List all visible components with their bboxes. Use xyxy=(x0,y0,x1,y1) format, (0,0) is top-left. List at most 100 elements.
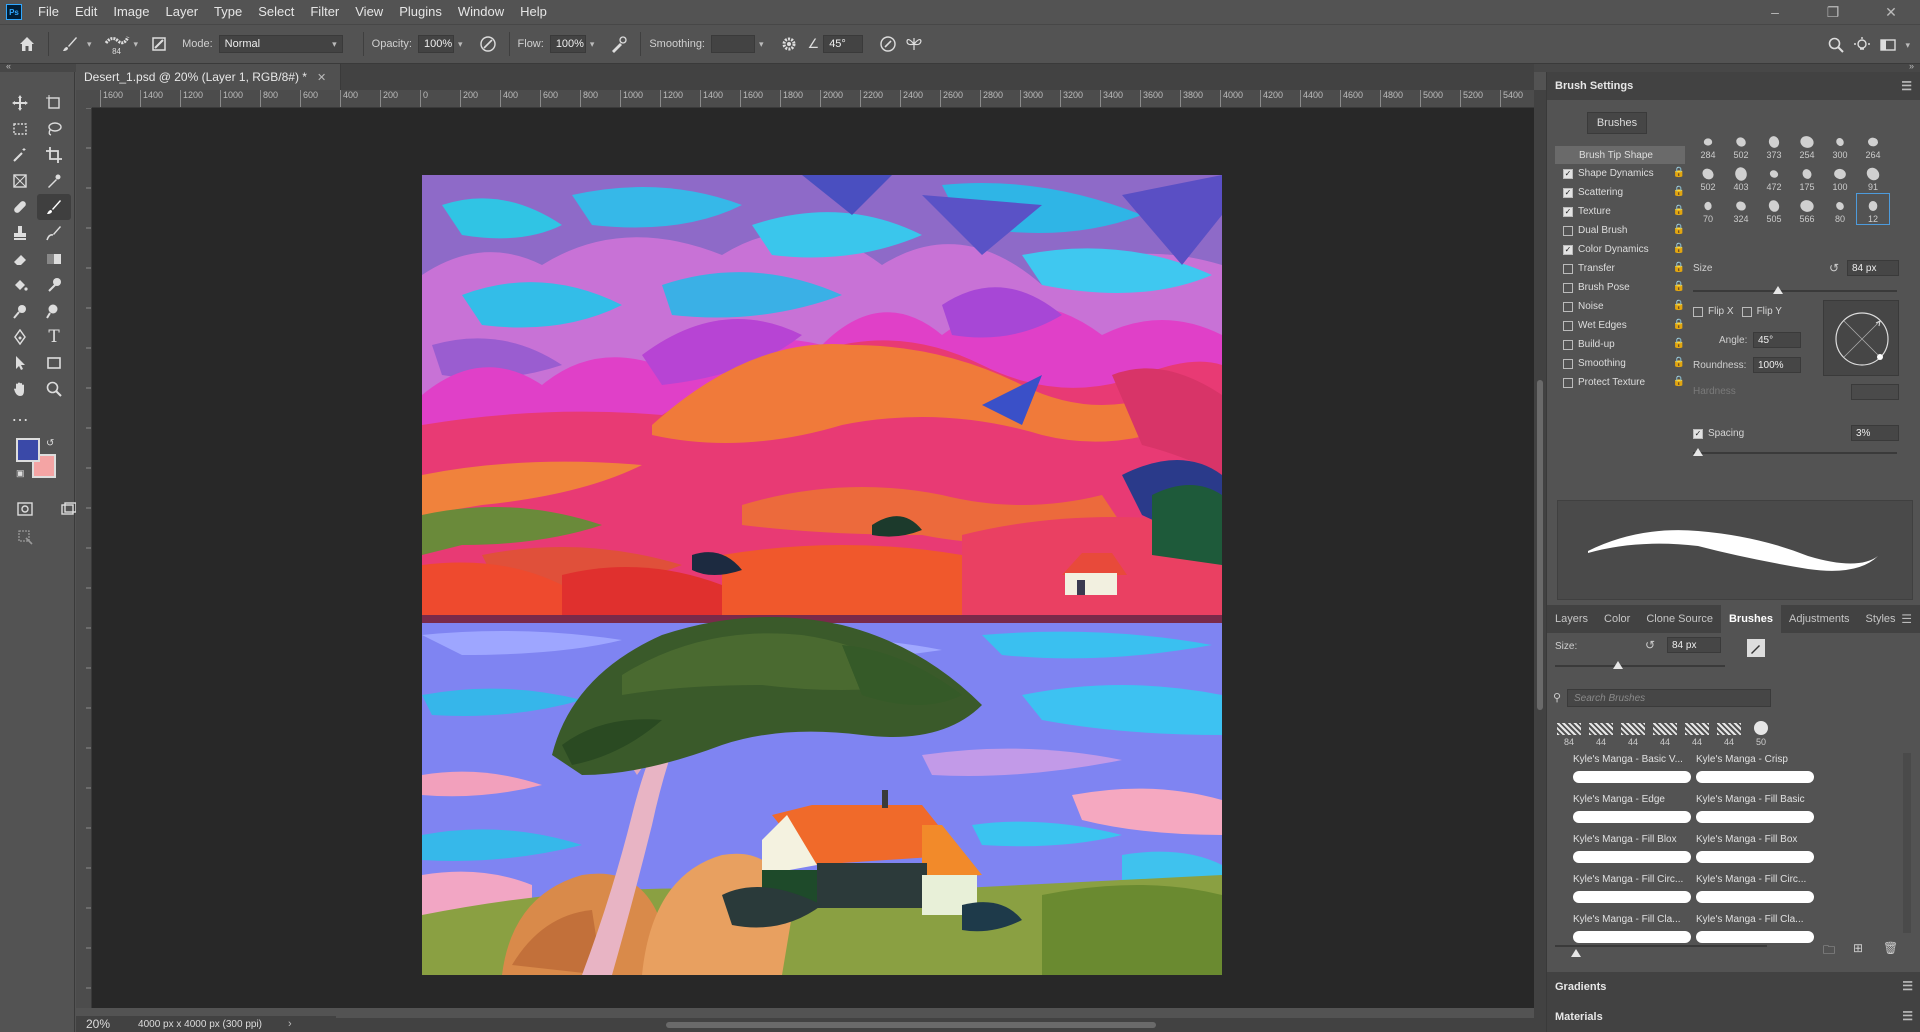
brush-tip[interactable]: 254 xyxy=(1791,130,1823,160)
lock-icon[interactable]: 🔒 xyxy=(1673,224,1685,235)
lock-icon[interactable]: 🔒 xyxy=(1673,376,1685,387)
menu-file[interactable]: File xyxy=(30,0,67,24)
symmetry-butterfly-icon[interactable] xyxy=(901,31,927,57)
pen-tool-icon[interactable] xyxy=(3,324,37,350)
brush-list-scrollbar[interactable] xyxy=(1903,753,1911,933)
artboard-tool-icon[interactable] xyxy=(37,90,71,116)
recent-brush[interactable]: 44 xyxy=(1681,715,1713,747)
zoom-tool-icon[interactable] xyxy=(37,376,71,402)
delete-brush-trash-icon[interactable]: 🗑 xyxy=(1883,941,1898,955)
brush-tip[interactable]: 403 xyxy=(1725,162,1757,192)
recent-brush[interactable]: 44 xyxy=(1617,715,1649,747)
brush-setting-brush-tip-shape[interactable]: Brush Tip Shape xyxy=(1555,146,1685,164)
brushes-size-slider[interactable] xyxy=(1555,665,1725,667)
lock-icon[interactable]: 🔒 xyxy=(1673,300,1685,311)
airbrush-icon[interactable] xyxy=(606,31,632,57)
brushes-button[interactable]: Brushes xyxy=(1587,112,1647,134)
brush-tip[interactable]: 324 xyxy=(1725,194,1757,224)
menu-edit[interactable]: Edit xyxy=(67,0,105,24)
vertical-ruler[interactable] xyxy=(76,108,92,1008)
quick-mask-icon[interactable] xyxy=(8,496,42,522)
lock-icon[interactable]: 🔒 xyxy=(1673,243,1685,254)
angle-input[interactable]: 45° xyxy=(823,35,864,53)
search-icon[interactable] xyxy=(1823,32,1849,58)
lock-icon[interactable]: 🔒 xyxy=(1673,262,1685,273)
path-selection-tool-icon[interactable] xyxy=(3,350,37,376)
recent-brush[interactable]: 44 xyxy=(1649,715,1681,747)
brush-tip[interactable]: 80 xyxy=(1824,194,1856,224)
brush-preset-picker[interactable]: 84 xyxy=(104,33,130,56)
brush-tip[interactable]: 502 xyxy=(1692,162,1724,192)
brush-tip[interactable]: 284 xyxy=(1692,130,1724,160)
brush-edit-icon[interactable] xyxy=(1747,639,1765,657)
brush-tip[interactable]: 566 xyxy=(1791,194,1823,224)
size-input[interactable]: 84 px xyxy=(1847,260,1899,276)
brush-tip[interactable]: 505 xyxy=(1758,194,1790,224)
tab-color[interactable]: Color xyxy=(1596,605,1638,633)
setting-checkbox[interactable] xyxy=(1563,263,1573,274)
materials-menu-icon[interactable]: ☰ xyxy=(1902,1009,1913,1023)
spacing-slider-thumb[interactable] xyxy=(1693,448,1703,456)
brush-list-item[interactable]: Kyle's Manga - Fill Box xyxy=(1690,832,1814,872)
lock-icon[interactable]: 🔒 xyxy=(1673,186,1685,197)
crop-tool-icon[interactable] xyxy=(37,142,71,168)
gradient-tool-icon[interactable] xyxy=(37,246,71,272)
setting-checkbox[interactable] xyxy=(1563,301,1573,312)
canvas-workspace[interactable] xyxy=(92,108,1534,1008)
brush-setting-dual-brush[interactable]: Dual Brush 🔒 xyxy=(1555,221,1685,240)
home-icon[interactable] xyxy=(14,31,40,57)
lock-icon[interactable]: 🔒 xyxy=(1673,319,1685,330)
recent-brush[interactable]: 44 xyxy=(1585,715,1617,747)
gradients-menu-icon[interactable]: ☰ xyxy=(1902,979,1913,993)
horizontal-scroll-thumb[interactable] xyxy=(666,1022,1156,1028)
spacing-slider[interactable] xyxy=(1693,452,1897,454)
frame-tool-icon[interactable] xyxy=(3,168,37,194)
brush-preview-size-slider[interactable] xyxy=(1555,945,1767,947)
move-tool-icon[interactable] xyxy=(3,90,37,116)
tab-styles[interactable]: Styles xyxy=(1858,605,1904,633)
brush-tool-icon[interactable] xyxy=(57,31,83,57)
workspace-caret-icon[interactable]: ▾ xyxy=(1905,40,1910,58)
brush-setting-noise[interactable]: Noise 🔒 xyxy=(1555,297,1685,316)
gradients-panel-header[interactable]: Gradients ☰ xyxy=(1547,972,1920,1002)
setting-checkbox[interactable] xyxy=(1563,282,1573,293)
brush-tip[interactable]: 502 xyxy=(1725,130,1757,160)
collapse-toolbar-icon[interactable]: « xyxy=(6,61,11,71)
menu-window[interactable]: Window xyxy=(450,0,512,24)
menu-filter[interactable]: Filter xyxy=(302,0,347,24)
setting-checkbox[interactable] xyxy=(1563,320,1573,331)
chevron-right-icon[interactable]: › xyxy=(288,1018,292,1030)
edit-toolbar-icon[interactable] xyxy=(8,524,42,550)
brush-list-item[interactable]: Kyle's Manga - Basic V... xyxy=(1567,752,1691,792)
search-brushes-input[interactable]: Search Brushes xyxy=(1567,689,1771,707)
brush-setting-protect-texture[interactable]: Protect Texture 🔒 xyxy=(1555,373,1685,392)
flip-y-checkbox[interactable] xyxy=(1741,306,1752,317)
setting-checkbox[interactable]: ✓ xyxy=(1563,206,1573,217)
reset-brush-size-icon[interactable]: ↺ xyxy=(1645,638,1655,652)
brush-settings-title[interactable]: Brush Settings xyxy=(1555,80,1633,92)
eraser-tool-icon[interactable] xyxy=(3,246,37,272)
new-group-folder-icon[interactable]: 🗀 xyxy=(1823,941,1835,962)
roundness-input[interactable]: 100% xyxy=(1753,357,1801,373)
brush-tool-button-icon[interactable] xyxy=(37,194,71,220)
rectangle-tool-icon[interactable] xyxy=(37,350,71,376)
eyedropper-tool-icon[interactable] xyxy=(37,168,71,194)
brush-preview-size-thumb[interactable] xyxy=(1571,949,1581,957)
brush-setting-smoothing[interactable]: Smoothing 🔒 xyxy=(1555,354,1685,373)
brush-tip[interactable]: 100 xyxy=(1824,162,1856,192)
setting-checkbox[interactable]: ✓ xyxy=(1563,244,1573,255)
document-tab[interactable]: Desert_1.psd @ 20% (Layer 1, RGB/8#) * ✕ xyxy=(76,64,342,90)
brush-list-item[interactable]: Kyle's Manga - Fill Circ... xyxy=(1567,872,1691,912)
menu-type[interactable]: Type xyxy=(206,0,250,24)
brush-setting-build-up[interactable]: Build-up 🔒 xyxy=(1555,335,1685,354)
brush-tip[interactable]: 472 xyxy=(1758,162,1790,192)
history-brush-tool-icon[interactable] xyxy=(37,220,71,246)
default-colors-icon[interactable]: ▣ xyxy=(16,468,25,479)
materials-panel-header[interactable]: Materials ☰ xyxy=(1547,1002,1920,1032)
brush-tip[interactable]: 175 xyxy=(1791,162,1823,192)
spacing-checkbox[interactable]: ✓ xyxy=(1693,428,1703,439)
collapse-panels-icon[interactable]: » xyxy=(1909,61,1914,71)
setting-checkbox[interactable]: ✓ xyxy=(1563,187,1573,198)
brush-settings-toggle-icon[interactable] xyxy=(146,31,172,57)
brush-preset-caret-icon[interactable]: ▾ xyxy=(134,39,139,50)
